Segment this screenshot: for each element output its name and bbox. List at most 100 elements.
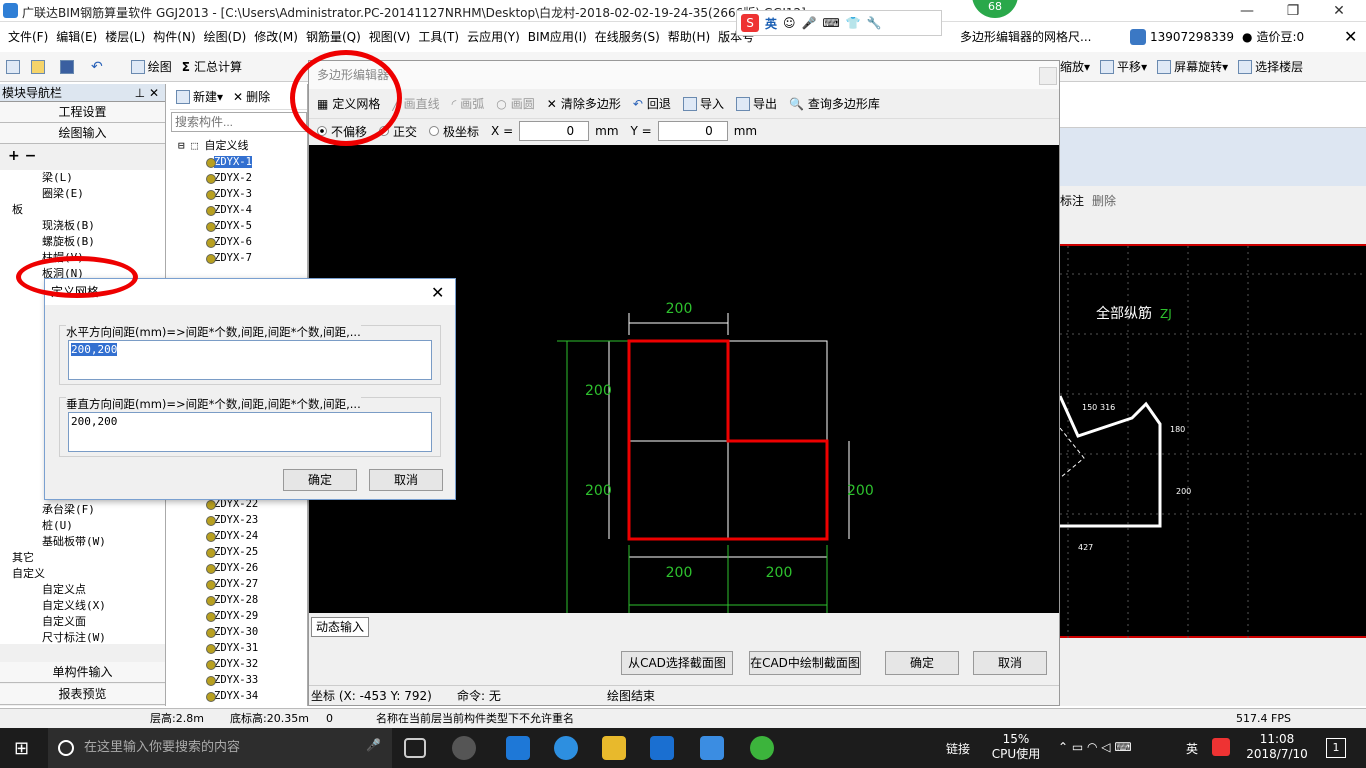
- nav-tree-item[interactable]: 承台梁(F): [8, 502, 165, 518]
- nav-tree-item[interactable]: 其它: [8, 550, 165, 566]
- project-settings-button[interactable]: 工程设置: [0, 102, 165, 123]
- menu-item[interactable]: 楼层(L): [101, 24, 149, 50]
- edge-icon[interactable]: [506, 736, 530, 760]
- menu-item[interactable]: 修改(M): [250, 24, 302, 50]
- wrench-icon[interactable]: 🔧: [867, 16, 882, 30]
- close-button[interactable]: ✕: [1316, 0, 1362, 22]
- grid-dialog-close-icon[interactable]: ✕: [431, 283, 444, 302]
- undo-icon[interactable]: ↶: [91, 59, 103, 75]
- clear-polygon-button[interactable]: ✕ 清除多边形: [547, 95, 621, 112]
- file-explorer-icon[interactable]: [602, 736, 626, 760]
- restore-button[interactable]: ❐: [1270, 0, 1316, 22]
- annot-button[interactable]: 标注: [1060, 192, 1084, 209]
- shirt-icon[interactable]: 👕: [846, 16, 861, 30]
- component-item[interactable]: ZDYX-24: [170, 528, 306, 544]
- component-item[interactable]: ZDYX-33: [170, 672, 306, 688]
- section-drawing[interactable]: 全部纵筋 ZJ 150 316 180 200 427: [1060, 244, 1366, 640]
- menu-item[interactable]: BIM应用(I): [524, 24, 591, 50]
- menu-item[interactable]: 编辑(E): [52, 24, 101, 50]
- component-item[interactable]: ZDYX-31: [170, 640, 306, 656]
- mic-icon[interactable]: 🎤: [802, 16, 817, 30]
- sum-button[interactable]: Σ 汇总计算: [182, 58, 242, 75]
- draw-input-button[interactable]: 绘图输入: [0, 123, 165, 144]
- mic-taskbar-icon[interactable]: 🎤: [366, 738, 381, 752]
- menu-item[interactable]: 云应用(Y): [463, 24, 524, 50]
- nav-tree-item[interactable]: 自定义: [8, 566, 165, 582]
- menu-item[interactable]: 在线服务(S): [591, 24, 664, 50]
- task-view-icon[interactable]: [404, 738, 426, 758]
- grid-cancel-button[interactable]: 取消: [369, 469, 443, 491]
- component-item[interactable]: ZDYX-25: [170, 544, 306, 560]
- notification-icon[interactable]: 1: [1326, 738, 1346, 758]
- menu-item[interactable]: 钢筋量(Q): [302, 24, 365, 50]
- close-doc-icon[interactable]: ✕: [1344, 24, 1357, 50]
- user-account[interactable]: 13907298339 ● 造价豆:0: [1130, 28, 1304, 45]
- nav-tree-item[interactable]: 桩(U): [8, 518, 165, 534]
- component-item[interactable]: ZDYX-6: [170, 234, 307, 250]
- sogou-tray-icon[interactable]: [1212, 738, 1230, 756]
- component-item[interactable]: ZDYX-34: [170, 688, 306, 704]
- nav-tree-item[interactable]: 圈梁(E): [8, 186, 165, 202]
- ime-lang[interactable]: 英: [765, 15, 777, 32]
- zoom-button[interactable]: 缩放 ▾: [1060, 58, 1090, 75]
- undo-button[interactable]: ↶ 回退: [633, 95, 671, 112]
- right-delete-button[interactable]: 删除: [1092, 192, 1116, 209]
- cad-draw-button[interactable]: 在CAD中绘制截面图: [749, 651, 861, 675]
- pan-button[interactable]: 平移 ▾: [1100, 58, 1147, 75]
- glodon-app-icon[interactable]: [700, 736, 724, 760]
- component-search-input[interactable]: [171, 112, 307, 132]
- component-item[interactable]: ZDYX-5: [170, 218, 307, 234]
- app-swirl-icon[interactable]: [452, 736, 476, 760]
- tray-icons[interactable]: ⌃ ▭ ◠ ◁ ⌨: [1058, 740, 1132, 754]
- draw-circle-button[interactable]: ○ 画圆: [496, 95, 535, 112]
- export-button[interactable]: 导出: [735, 95, 777, 112]
- menu-item[interactable]: 绘图(D): [200, 24, 251, 50]
- component-item[interactable]: ZDYX-4: [170, 202, 307, 218]
- nav-tree-item[interactable]: 自定义线(X): [8, 598, 165, 614]
- nav-tree-item[interactable]: 梁(L): [8, 170, 165, 186]
- nav-tree-item[interactable]: 基础板带(W): [8, 534, 165, 550]
- clock[interactable]: 11:08 2018/7/10: [1244, 732, 1310, 762]
- save-icon[interactable]: [60, 59, 74, 74]
- nav-tree-item[interactable]: 自定义面: [8, 614, 165, 630]
- single-input-button[interactable]: 单构件输入: [0, 662, 165, 683]
- grid-ok-button[interactable]: 确定: [283, 469, 357, 491]
- pin-close-icons[interactable]: ⊥ ✕: [135, 84, 159, 102]
- green-app-icon[interactable]: [750, 736, 774, 760]
- taskbar-search[interactable]: 在这里输入你要搜索的内容: [48, 728, 392, 768]
- rotate-button[interactable]: 屏幕旋转 ▾: [1157, 58, 1228, 75]
- menu-item[interactable]: 帮助(H): [664, 24, 714, 50]
- component-item[interactable]: ZDYX-28: [170, 592, 306, 608]
- nav-tree-item[interactable]: 螺旋板(B): [8, 234, 165, 250]
- horizontal-spacing-input[interactable]: 200,200: [68, 340, 432, 380]
- component-item[interactable]: ZDYX-3: [170, 186, 307, 202]
- open-folder-icon[interactable]: [31, 59, 45, 74]
- delete-component-button[interactable]: ✕ 删除: [233, 88, 270, 105]
- poly-close-button[interactable]: [1039, 67, 1057, 85]
- emoji-icon[interactable]: ☺: [783, 16, 796, 30]
- poly-ok-button[interactable]: 确定: [885, 651, 959, 675]
- menu-item[interactable]: 构件(N): [149, 24, 199, 50]
- expand-collapse-icons[interactable]: + −: [0, 144, 165, 170]
- component-item[interactable]: ZDYX-26: [170, 560, 306, 576]
- component-item[interactable]: ZDYX-7: [170, 250, 307, 266]
- menu-item[interactable]: 视图(V): [365, 24, 415, 50]
- glodon-g-icon[interactable]: [650, 736, 674, 760]
- y-input[interactable]: 0: [657, 121, 728, 141]
- dynamic-input-button[interactable]: 动态输入: [311, 617, 369, 637]
- nav-tree-item[interactable]: 现浇板(B): [8, 218, 165, 234]
- sogou-ime-bar[interactable]: S 英 ☺ 🎤 ⌨ 👕 🔧: [736, 10, 942, 36]
- cad-select-button[interactable]: 从CAD选择截面图: [621, 651, 733, 675]
- x-input[interactable]: 0: [519, 121, 590, 141]
- comp-root[interactable]: ⊟ ⬚ 自定义线: [170, 138, 307, 154]
- component-item[interactable]: ZDYX-27: [170, 576, 306, 592]
- import-button[interactable]: 导入: [682, 95, 724, 112]
- select-floor-button[interactable]: 选择楼层: [1238, 58, 1303, 75]
- notice-text[interactable]: 多边形编辑器的网格尺...: [960, 24, 1091, 50]
- component-item[interactable]: ZDYX-23: [170, 512, 306, 528]
- query-library-button[interactable]: 🔍 查询多边形库: [789, 95, 880, 112]
- component-item[interactable]: ZDYX-32: [170, 656, 306, 672]
- component-item[interactable]: ZDYX-1: [170, 154, 307, 170]
- poly-cancel-button[interactable]: 取消: [973, 651, 1047, 675]
- draw-button[interactable]: 绘图: [130, 58, 172, 75]
